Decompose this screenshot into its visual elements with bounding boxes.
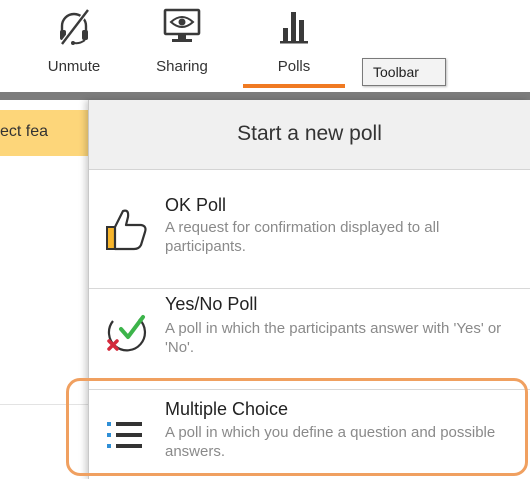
screen-eye-icon xyxy=(163,8,201,42)
sharing-button[interactable]: Sharing xyxy=(136,0,228,90)
sharing-label: Sharing xyxy=(156,58,208,75)
yes-no-poll-description: A poll in which the participants answer … xyxy=(165,320,502,356)
header-divider xyxy=(0,92,530,100)
multiple-choice-highlight xyxy=(66,378,528,476)
toolbar: Unmute Sharing Polls Toolbar xyxy=(0,0,530,92)
yes-no-poll-option[interactable]: Yes/No Poll A poll in which the particip… xyxy=(89,289,530,389)
notification-banner: ect fea xyxy=(0,110,92,156)
ok-poll-description: A request for confirmation displayed to … xyxy=(165,219,440,255)
ok-poll-option[interactable]: OK Poll A request for confirmation displ… xyxy=(89,185,530,285)
unmute-label: Unmute xyxy=(47,58,101,75)
bar-chart-icon xyxy=(280,12,308,44)
polls-active-underline xyxy=(243,84,345,88)
polls-label: Polls xyxy=(277,58,311,75)
unmute-button[interactable]: Unmute xyxy=(28,0,120,90)
dropdown-title: Start a new poll xyxy=(89,100,530,170)
yes-no-poll-title: Yes/No Poll xyxy=(165,294,258,314)
polls-button[interactable]: Polls xyxy=(243,0,345,90)
thumbs-up-icon xyxy=(106,209,147,251)
ok-poll-title: OK Poll xyxy=(165,195,227,215)
toolbar-tooltip: Toolbar xyxy=(362,58,446,86)
muted-headset-icon xyxy=(60,8,90,46)
check-cross-icon xyxy=(107,315,147,352)
